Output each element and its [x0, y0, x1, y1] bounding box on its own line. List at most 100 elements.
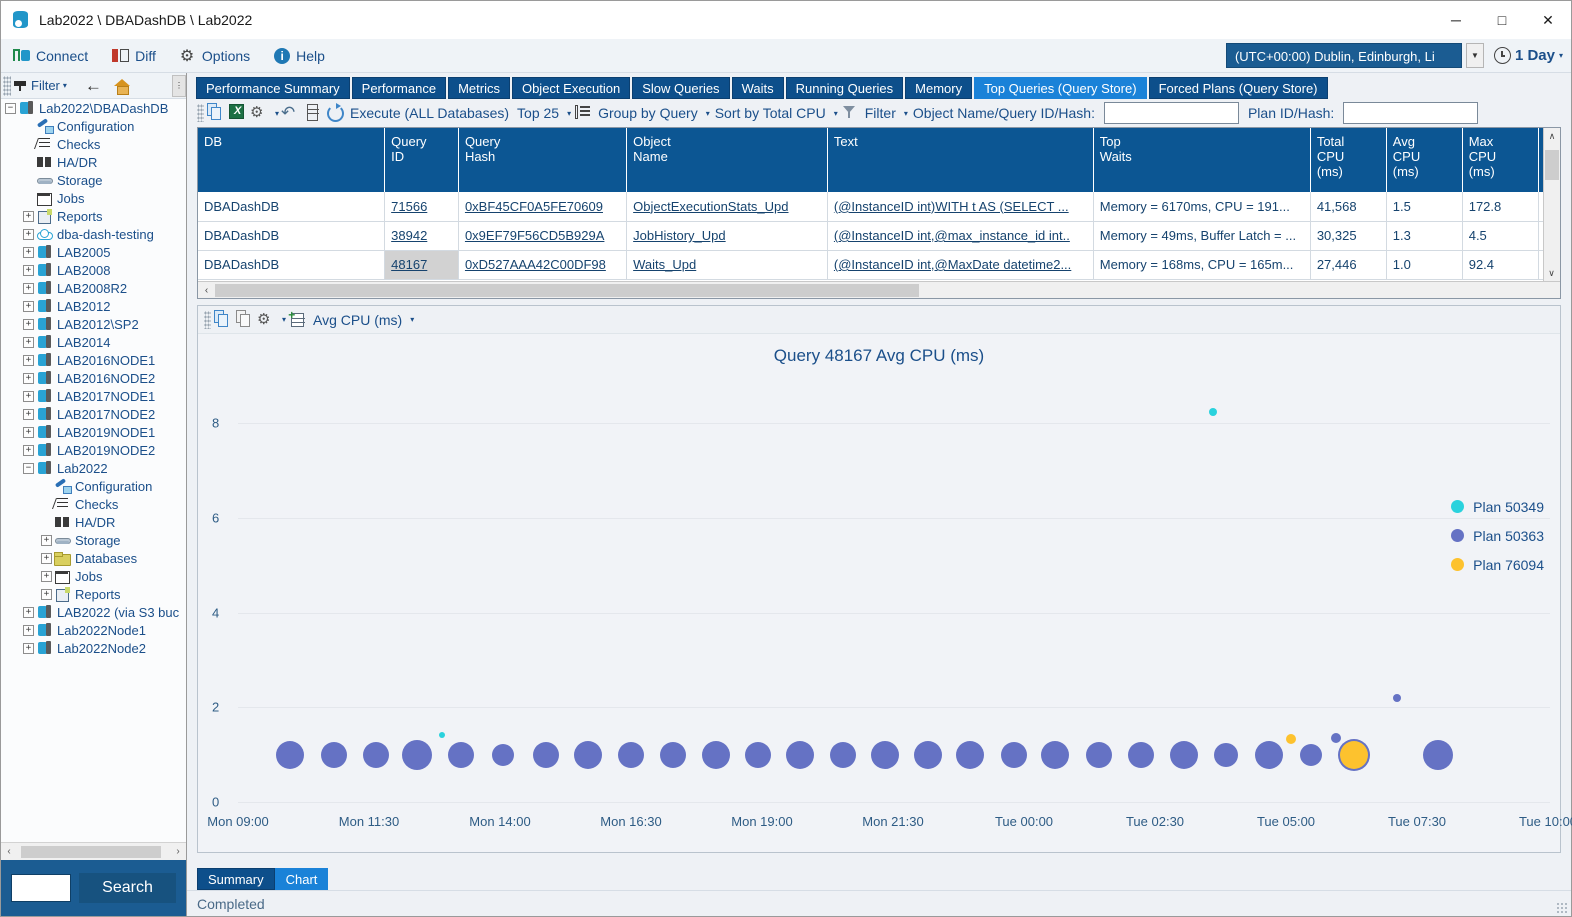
copy-icon[interactable] — [235, 309, 255, 330]
tree-item[interactable]: + LAB2019NODE1 — [1, 423, 187, 441]
tree-item[interactable]: + Storage — [1, 531, 187, 549]
chart-data-point[interactable] — [1254, 740, 1283, 769]
tab-memory[interactable]: Memory — [905, 77, 973, 99]
drag-grip[interactable] — [197, 104, 204, 122]
chevron-down-icon[interactable]: ▾ — [275, 109, 279, 118]
collapse-icon[interactable]: − — [5, 102, 16, 114]
chart-data-point[interactable] — [956, 740, 985, 769]
cell-query-hash[interactable]: 0xBF45CF0A5FE70609 — [458, 192, 628, 222]
chart-data-point[interactable] — [1169, 740, 1198, 769]
chevron-down-icon[interactable]: ▾ — [904, 109, 908, 118]
tab-performance-summary[interactable]: Performance Summary — [196, 77, 350, 99]
copy-icon[interactable] — [213, 309, 233, 330]
expand-icon[interactable]: + — [23, 426, 34, 438]
expand-icon[interactable]: + — [23, 318, 34, 330]
menu-diff[interactable]: Diff — [100, 39, 168, 73]
column-header[interactable]: Object Name — [626, 128, 828, 192]
bottom-tab-chart[interactable]: Chart — [274, 868, 329, 890]
expand-icon[interactable]: + — [41, 588, 52, 600]
timezone-dropdown-arrow[interactable]: ▼ — [1465, 43, 1484, 68]
copy-icon[interactable] — [206, 103, 226, 123]
tree-item[interactable]: + Databases — [1, 549, 187, 567]
table-row[interactable]: DBADashDB 38942 0x9EF79F56CD5B929A JobHisto… — [198, 221, 1560, 251]
gear-icon[interactable] — [250, 103, 270, 123]
overflow-icon[interactable]: ⋮ — [172, 74, 186, 97]
tab-forced-plans-query-store[interactable]: Forced Plans (Query Store) — [1148, 77, 1328, 99]
column-header[interactable]: Max CPU (ms) — [1462, 128, 1539, 192]
chevron-down-icon[interactable]: ▾ — [63, 81, 67, 90]
chart-data-point[interactable] — [702, 740, 731, 769]
table-row[interactable]: DBADashDB 71566 0xBF45CF0A5FE70609 ObjectEx… — [198, 192, 1560, 222]
tree-item[interactable]: Checks — [1, 495, 187, 513]
column-header[interactable]: Total CPU (ms) — [1310, 128, 1387, 192]
tab-top-queries-query-store[interactable]: Top Queries (Query Store) — [974, 77, 1147, 99]
query-results-grid[interactable]: DB Query ID Query Hash Object Name Text Top Waits… — [197, 127, 1561, 299]
chart-data-point[interactable] — [785, 740, 814, 769]
cell-object-name[interactable]: Waits_Upd — [626, 250, 828, 280]
group-icon[interactable] — [573, 103, 593, 123]
tab-object-execution[interactable]: Object Execution — [511, 77, 631, 99]
chart-data-point[interactable] — [1000, 741, 1027, 768]
chart-data-point[interactable] — [362, 741, 389, 768]
sidebar-horizontal-scrollbar[interactable]: ‹ › — [1, 842, 186, 860]
column-header[interactable]: Query Hash — [458, 128, 628, 192]
gear-icon[interactable] — [257, 310, 277, 330]
excel-export-icon[interactable] — [228, 103, 248, 123]
menu-options[interactable]: Options — [168, 39, 262, 73]
scroll-left-icon[interactable]: ‹ — [1, 846, 17, 857]
scroll-thumb[interactable] — [21, 845, 161, 858]
column-header[interactable]: Query ID — [384, 128, 459, 192]
tree-item[interactable]: + LAB2019NODE2 — [1, 441, 187, 459]
chevron-down-icon[interactable]: ▾ — [410, 315, 414, 324]
tree-item[interactable]: + LAB2014 — [1, 333, 187, 351]
tree-item[interactable]: + Reports — [1, 207, 187, 225]
chart-data-point[interactable] — [871, 740, 900, 769]
column-header[interactable]: DB — [198, 128, 386, 192]
tree-item[interactable]: − Lab2022\DBADashDB — [1, 99, 187, 117]
chart-data-point[interactable] — [1208, 407, 1217, 416]
chevron-down-icon[interactable]: ▾ — [834, 109, 838, 118]
tab-performance[interactable]: Performance — [351, 77, 447, 99]
tree-item[interactable]: + Reports — [1, 585, 187, 603]
maximize-button[interactable]: □ — [1479, 1, 1525, 39]
cell-object-name[interactable]: ObjectExecutionStats_Upd — [626, 192, 828, 222]
expand-icon[interactable]: + — [23, 624, 34, 636]
tree-item[interactable]: − Lab2022 — [1, 459, 187, 477]
tree-item[interactable]: + Jobs — [1, 567, 187, 585]
expand-icon[interactable]: + — [23, 228, 34, 240]
cell-query-id[interactable]: 71566 — [384, 192, 459, 222]
tab-slow-queries[interactable]: Slow Queries — [632, 77, 730, 99]
expand-icon[interactable]: + — [23, 372, 34, 384]
chart-data-point[interactable] — [491, 743, 514, 766]
plan-id-input[interactable] — [1343, 102, 1479, 124]
tab-running-queries[interactable]: Running Queries — [785, 77, 904, 99]
table-row[interactable]: DBADashDB 48167 0xD527AAA42C00DF98 Waits_Up… — [198, 250, 1560, 280]
scroll-track[interactable] — [215, 283, 1560, 298]
chevron-down-icon[interactable]: ▾ — [706, 109, 710, 118]
sort-by-label[interactable]: Sort by Total CPU — [712, 105, 829, 121]
cell-text[interactable]: (@InstanceID int,@MaxDate datetime2... — [827, 250, 1094, 280]
scroll-up-icon[interactable]: ∧ — [1544, 128, 1560, 145]
expand-icon[interactable]: + — [23, 354, 34, 366]
expand-icon[interactable]: + — [23, 246, 34, 258]
chart-data-point[interactable] — [1330, 733, 1341, 744]
chart-data-point[interactable] — [532, 741, 559, 768]
chart-data-point[interactable] — [659, 741, 686, 768]
tree-item[interactable]: + LAB2022 (via S3 buc — [1, 603, 187, 621]
column-header[interactable]: Top Waits — [1093, 128, 1311, 192]
scroll-down-icon[interactable]: ∨ — [1544, 265, 1559, 282]
tree-item[interactable]: Checks — [1, 135, 187, 153]
chart-metric-label[interactable]: Avg CPU (ms) — [310, 312, 405, 328]
tree-item[interactable]: + Lab2022Node2 — [1, 639, 187, 657]
toolbar-filter-label[interactable]: Filter — [862, 105, 899, 121]
scroll-left-icon[interactable]: ‹ — [198, 285, 215, 296]
home-icon[interactable] — [113, 78, 130, 95]
execute-button-label[interactable]: Execute (ALL Databases) — [347, 105, 512, 121]
cell-object-name[interactable]: JobHistory_Upd — [626, 221, 828, 251]
chart-data-point[interactable] — [830, 741, 857, 768]
tree-item[interactable]: Storage — [1, 171, 187, 189]
expand-icon[interactable]: + — [23, 282, 34, 294]
search-button[interactable]: Search — [79, 873, 176, 903]
scroll-track[interactable] — [17, 844, 170, 859]
tree-item[interactable]: Configuration — [1, 477, 187, 495]
